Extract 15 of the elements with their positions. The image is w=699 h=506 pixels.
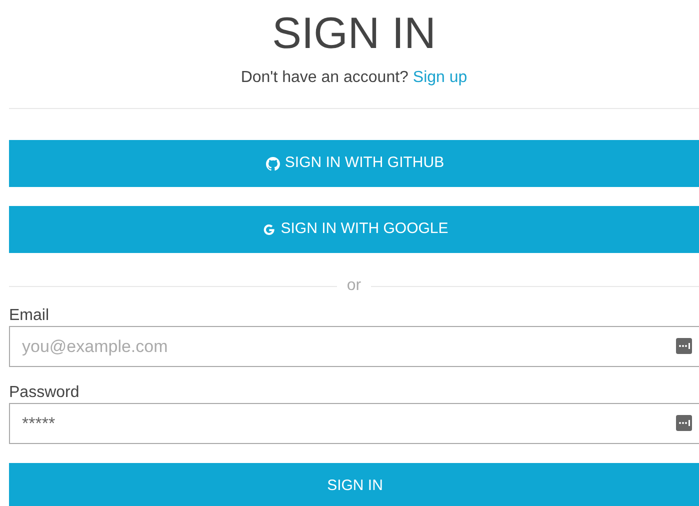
- field-label: Password: [9, 383, 80, 403]
- signup-prompt: Don't have an account? Sign up: [240, 68, 468, 88]
- separator-text: or: [346, 276, 362, 296]
- github-signin-button[interactable]: SIGN IN WITH GITHUB: [9, 140, 699, 187]
- password-manager-icon[interactable]: [676, 338, 692, 354]
- page-title: SIGN IN: [272, 8, 436, 60]
- password-manager-icon[interactable]: [676, 415, 692, 431]
- input-field[interactable]: you@example.com: [9, 326, 699, 367]
- input-field[interactable]: *****: [9, 403, 699, 444]
- google-signin-button[interactable]: SIGN IN WITH GOOGLE: [9, 206, 699, 253]
- signup-link[interactable]: Sign up: [412, 69, 468, 86]
- field-label: Email: [9, 306, 50, 326]
- signin-button[interactable]: SIGN IN: [9, 463, 699, 506]
- google-icon: [262, 222, 276, 236]
- github-icon: [266, 156, 280, 170]
